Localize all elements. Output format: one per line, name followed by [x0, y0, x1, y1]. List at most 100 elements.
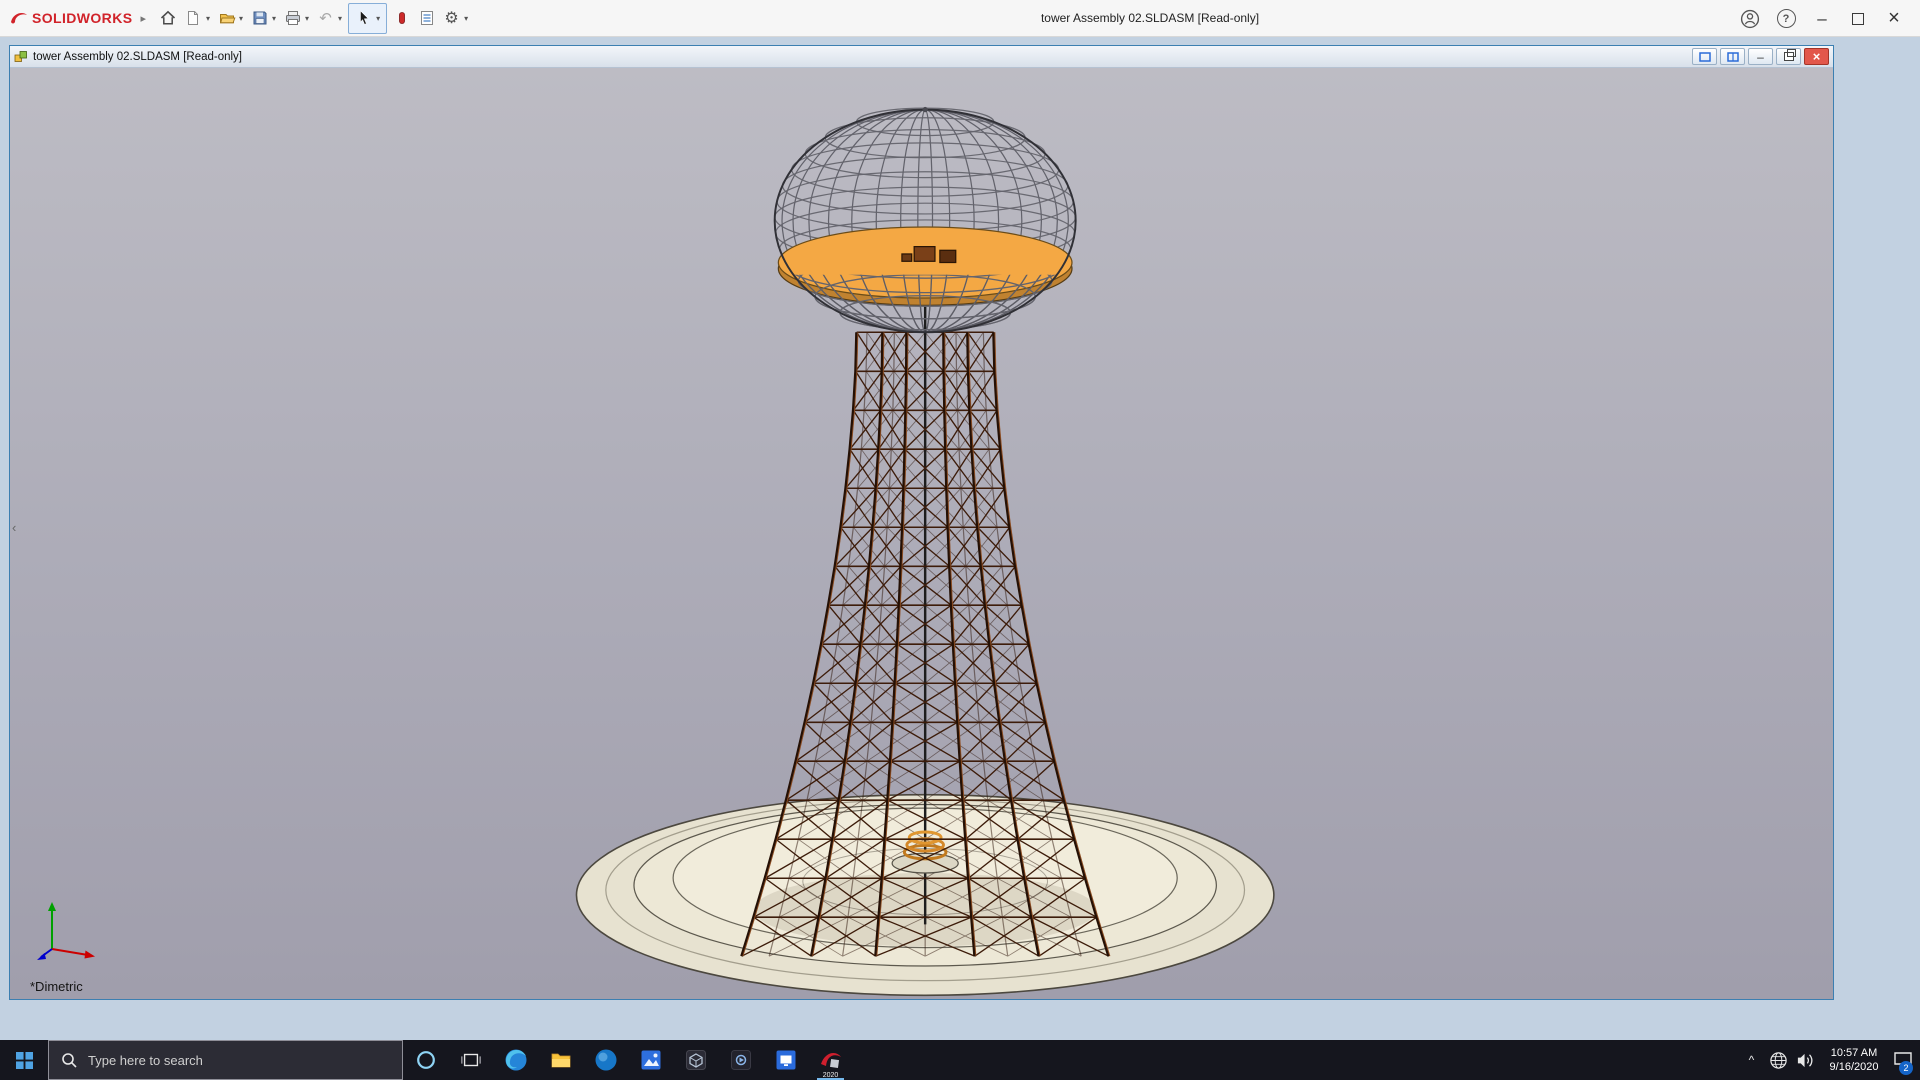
browser-button[interactable] — [583, 1040, 628, 1080]
save-button[interactable] — [247, 5, 272, 32]
red-cylinder-icon — [393, 9, 411, 27]
dome-platform-disc[interactable] — [778, 227, 1072, 305]
appearance-tool-button[interactable] — [389, 5, 414, 32]
account-icon — [1740, 9, 1760, 29]
movies-app-button[interactable] — [763, 1040, 808, 1080]
gear-icon: ⚙ — [444, 8, 458, 28]
orientation-triad[interactable] — [36, 897, 108, 961]
windows-logo-icon — [16, 1052, 33, 1069]
open-dropdown-caret[interactable]: ▾ — [239, 14, 243, 23]
edge-button[interactable] — [493, 1040, 538, 1080]
search-input[interactable] — [86, 1052, 402, 1069]
cursor-icon — [355, 9, 373, 27]
document-titlebar[interactable]: tower Assembly 02.SLDASM [Read-only] – — [10, 46, 1833, 68]
doc-restore-icon — [1784, 52, 1794, 61]
file-explorer-button[interactable] — [538, 1040, 583, 1080]
solidworks-icon — [819, 1048, 843, 1072]
3d-viewer-button[interactable] — [673, 1040, 718, 1080]
report-list-icon — [418, 9, 436, 27]
print-button[interactable] — [280, 5, 305, 32]
save-dropdown-caret[interactable]: ▾ — [272, 14, 276, 23]
feature-panel-collapse-arrow[interactable]: ‹ — [12, 520, 16, 535]
media-app-button[interactable] — [718, 1040, 763, 1080]
photos-button[interactable] — [628, 1040, 673, 1080]
solidworks-taskbar-button[interactable]: 2020 — [808, 1040, 853, 1080]
speaker-icon — [1796, 1051, 1815, 1070]
assembly-document-icon — [14, 50, 28, 63]
network-button[interactable] — [1765, 1040, 1792, 1080]
browser-icon — [594, 1048, 618, 1072]
taskbar-search[interactable] — [48, 1040, 403, 1080]
evaluate-report-button[interactable] — [414, 5, 439, 32]
open-folder-icon — [218, 9, 236, 27]
view-orientation-label: *Dimetric — [30, 979, 83, 994]
cortana-button[interactable] — [403, 1040, 448, 1080]
print-icon — [284, 9, 302, 27]
search-icon — [61, 1052, 77, 1068]
maximize-button[interactable] — [1842, 3, 1874, 35]
select-tool-button[interactable] — [351, 5, 376, 32]
maximize-icon — [1852, 13, 1864, 25]
select-tool-group: ▾ — [348, 3, 387, 34]
new-document-button[interactable] — [181, 5, 206, 32]
tray-overflow-button[interactable]: ^ — [1738, 1040, 1765, 1080]
volume-button[interactable] — [1792, 1040, 1819, 1080]
file-explorer-icon — [549, 1048, 573, 1072]
open-button[interactable] — [214, 5, 239, 32]
home-icon — [159, 9, 177, 27]
solidworks-logo: SOLIDWORKS — [10, 10, 132, 26]
document-window: tower Assembly 02.SLDASM [Read-only] – — [9, 45, 1834, 1000]
toolbar-expand-arrow[interactable]: ▸ — [140, 12, 146, 25]
doc-close-icon: × — [1813, 49, 1821, 64]
print-dropdown-caret[interactable]: ▾ — [305, 14, 309, 23]
undo-button[interactable]: ↶ — [313, 5, 338, 32]
task-view-icon — [460, 1049, 482, 1071]
solidworks-titlebar: SOLIDWORKS ▸ ▾ ▾ — [0, 0, 1920, 37]
new-dropdown-caret[interactable]: ▾ — [206, 14, 210, 23]
doc-window-tool-button-2[interactable] — [1720, 48, 1745, 65]
account-button[interactable] — [1734, 3, 1766, 35]
help-button[interactable]: ? — [1770, 3, 1802, 35]
options-dropdown-caret[interactable]: ▾ — [464, 14, 468, 23]
window-title: tower Assembly 02.SLDASM [Read-only] — [1041, 11, 1259, 25]
undo-icon: ↶ — [319, 9, 332, 27]
brand-text: SOLIDWORKS — [32, 10, 132, 26]
cortana-icon — [415, 1049, 437, 1071]
triad-x-axis — [85, 951, 96, 959]
minimize-icon: – — [1817, 9, 1826, 29]
notification-badge: 2 — [1899, 1061, 1913, 1075]
graphics-viewport[interactable]: *Dimetric ‹ — [10, 68, 1833, 999]
doc-close-button[interactable]: × — [1804, 48, 1829, 65]
window-layout-icon — [1699, 52, 1711, 62]
task-view-button[interactable] — [448, 1040, 493, 1080]
window-split-icon — [1727, 52, 1739, 62]
doc-minimize-icon: – — [1757, 50, 1764, 64]
doc-minimize-button[interactable]: – — [1748, 48, 1773, 65]
3d-viewer-icon — [684, 1048, 708, 1072]
doc-restore-button[interactable] — [1776, 48, 1801, 65]
save-icon — [251, 9, 269, 27]
undo-dropdown-caret[interactable]: ▾ — [338, 14, 342, 23]
document-title: tower Assembly 02.SLDASM [Read-only] — [33, 51, 242, 63]
movies-app-icon — [774, 1048, 798, 1072]
clock-time: 10:57 AM — [1819, 1046, 1889, 1060]
close-icon: × — [1888, 7, 1900, 30]
windows-taskbar: 2020 ^ 10:57 AM 9/16/2020 2 — [0, 1040, 1920, 1080]
help-icon: ? — [1777, 9, 1796, 28]
photos-icon — [639, 1048, 663, 1072]
clock-date: 9/16/2020 — [1819, 1060, 1889, 1074]
options-button[interactable]: ⚙ — [439, 5, 464, 32]
close-button[interactable]: × — [1878, 3, 1910, 35]
doc-window-tool-button-1[interactable] — [1692, 48, 1717, 65]
ds-logo-icon — [10, 10, 28, 26]
clock[interactable]: 10:57 AM 9/16/2020 — [1819, 1046, 1889, 1075]
media-app-icon — [729, 1048, 753, 1072]
action-center-button[interactable]: 2 — [1889, 1040, 1916, 1080]
triad-z-axis — [37, 953, 46, 960]
tower-3d-model[interactable] — [10, 68, 1833, 999]
home-button[interactable] — [156, 5, 181, 32]
minimize-button[interactable]: – — [1806, 3, 1838, 35]
select-dropdown-caret[interactable]: ▾ — [376, 14, 380, 23]
triad-y-axis — [48, 902, 56, 911]
start-button[interactable] — [0, 1040, 48, 1080]
